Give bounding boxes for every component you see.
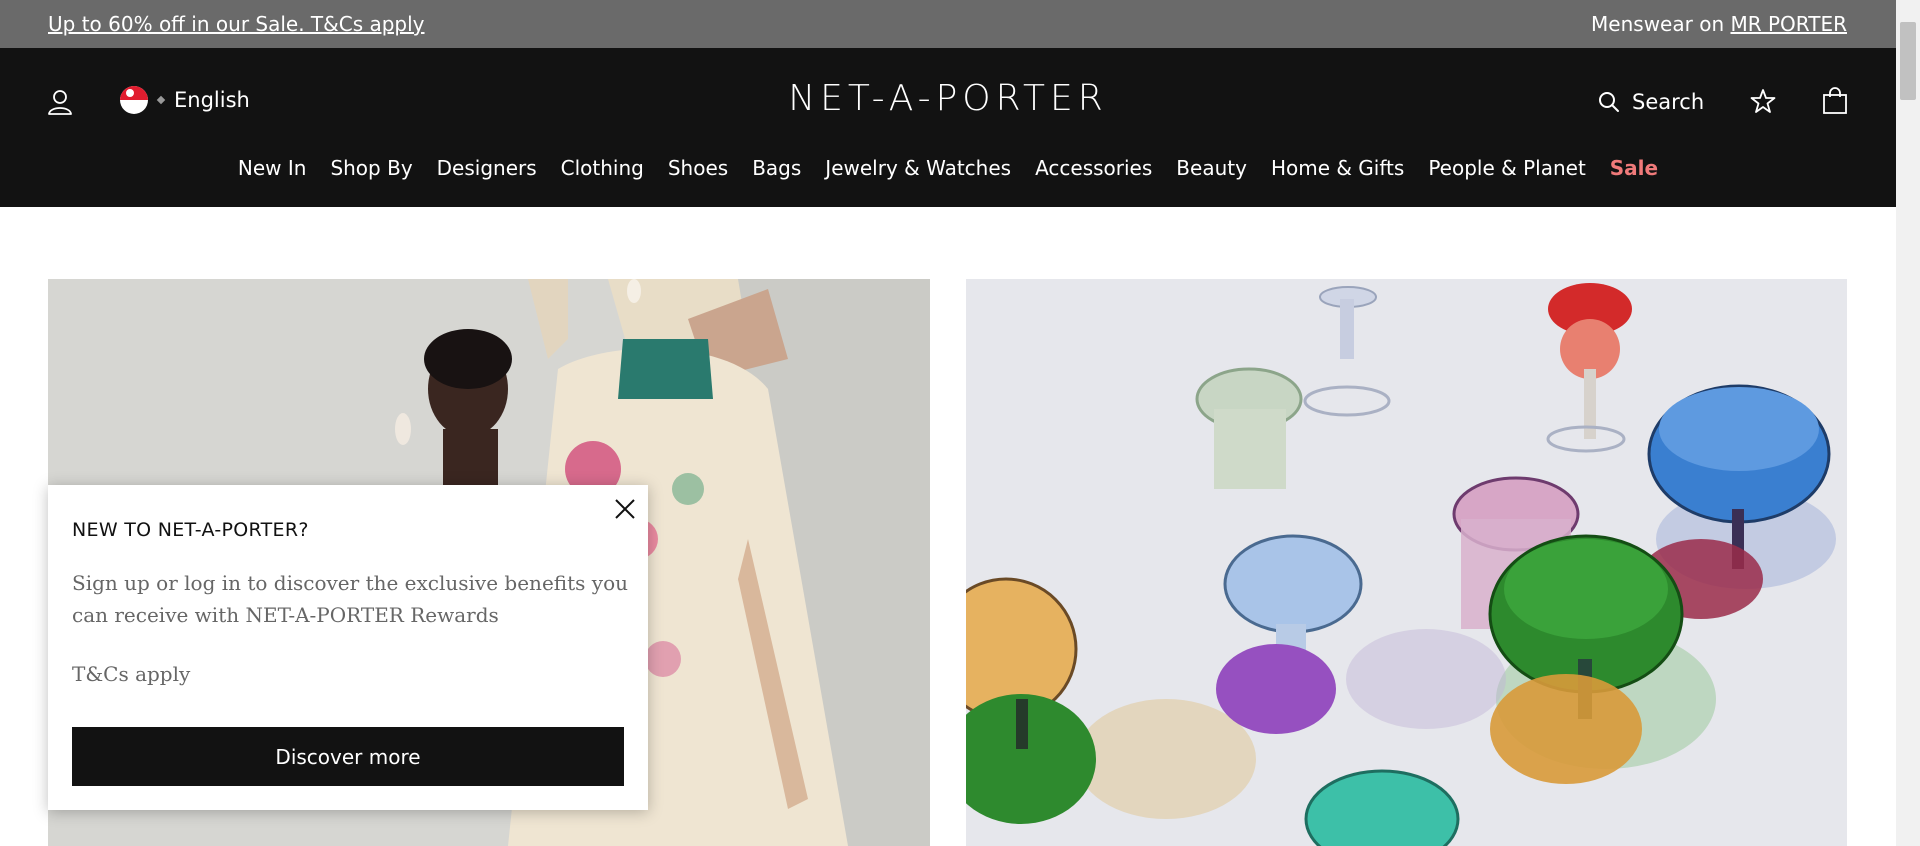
nav-item-clothing[interactable]: Clothing bbox=[561, 156, 644, 180]
main-nav: New In Shop By Designers Clothing Shoes … bbox=[0, 151, 1896, 185]
close-icon[interactable] bbox=[612, 496, 638, 522]
search-icon bbox=[1599, 92, 1619, 112]
menswear-prefix: Menswear on bbox=[1591, 12, 1725, 36]
discover-more-button[interactable]: Discover more bbox=[72, 727, 624, 786]
glassware-hero-image[interactable] bbox=[966, 279, 1847, 846]
nav-item-new-in[interactable]: New In bbox=[238, 156, 307, 180]
nav-item-shoes[interactable]: Shoes bbox=[668, 156, 728, 180]
nav-item-jewelry-watches[interactable]: Jewelry & Watches bbox=[825, 156, 1011, 180]
popup-tcs-text: T&Cs apply bbox=[72, 662, 191, 686]
scrollbar-thumb[interactable] bbox=[1900, 22, 1916, 100]
popup-body-text: Sign up or log in to discover the exclus… bbox=[72, 571, 628, 627]
nav-item-people-planet[interactable]: People & Planet bbox=[1428, 156, 1585, 180]
nav-item-designers[interactable]: Designers bbox=[437, 156, 537, 180]
glassware-photo-illustration bbox=[966, 279, 1847, 846]
rewards-popup: NEW TO NET-A-PORTER? Sign up or log in t… bbox=[48, 485, 648, 810]
nav-item-home-gifts[interactable]: Home & Gifts bbox=[1271, 156, 1404, 180]
nav-item-bags[interactable]: Bags bbox=[752, 156, 801, 180]
nav-item-shop-by[interactable]: Shop By bbox=[330, 156, 412, 180]
site-header: English NET-A-PORTER Search New In Shop … bbox=[0, 48, 1896, 207]
search-button[interactable]: Search bbox=[1598, 90, 1704, 114]
wishlist-star-icon[interactable] bbox=[1750, 88, 1776, 114]
shopping-bag-icon[interactable] bbox=[1822, 87, 1848, 115]
mr-porter-link[interactable]: MR PORTER bbox=[1730, 12, 1847, 36]
sale-promo-link[interactable]: Up to 60% off in our Sale. T&Cs apply bbox=[48, 0, 425, 48]
menswear-promo: Menswear on MR PORTER bbox=[1591, 0, 1847, 48]
nav-item-sale[interactable]: Sale bbox=[1610, 156, 1658, 180]
nav-item-accessories[interactable]: Accessories bbox=[1035, 156, 1152, 180]
promo-bar: Up to 60% off in our Sale. T&Cs apply Me… bbox=[0, 0, 1896, 48]
search-label: Search bbox=[1632, 90, 1705, 114]
nav-item-beauty[interactable]: Beauty bbox=[1176, 156, 1247, 180]
popup-title: NEW TO NET-A-PORTER? bbox=[72, 519, 309, 541]
page-scrollbar[interactable] bbox=[1896, 0, 1920, 846]
